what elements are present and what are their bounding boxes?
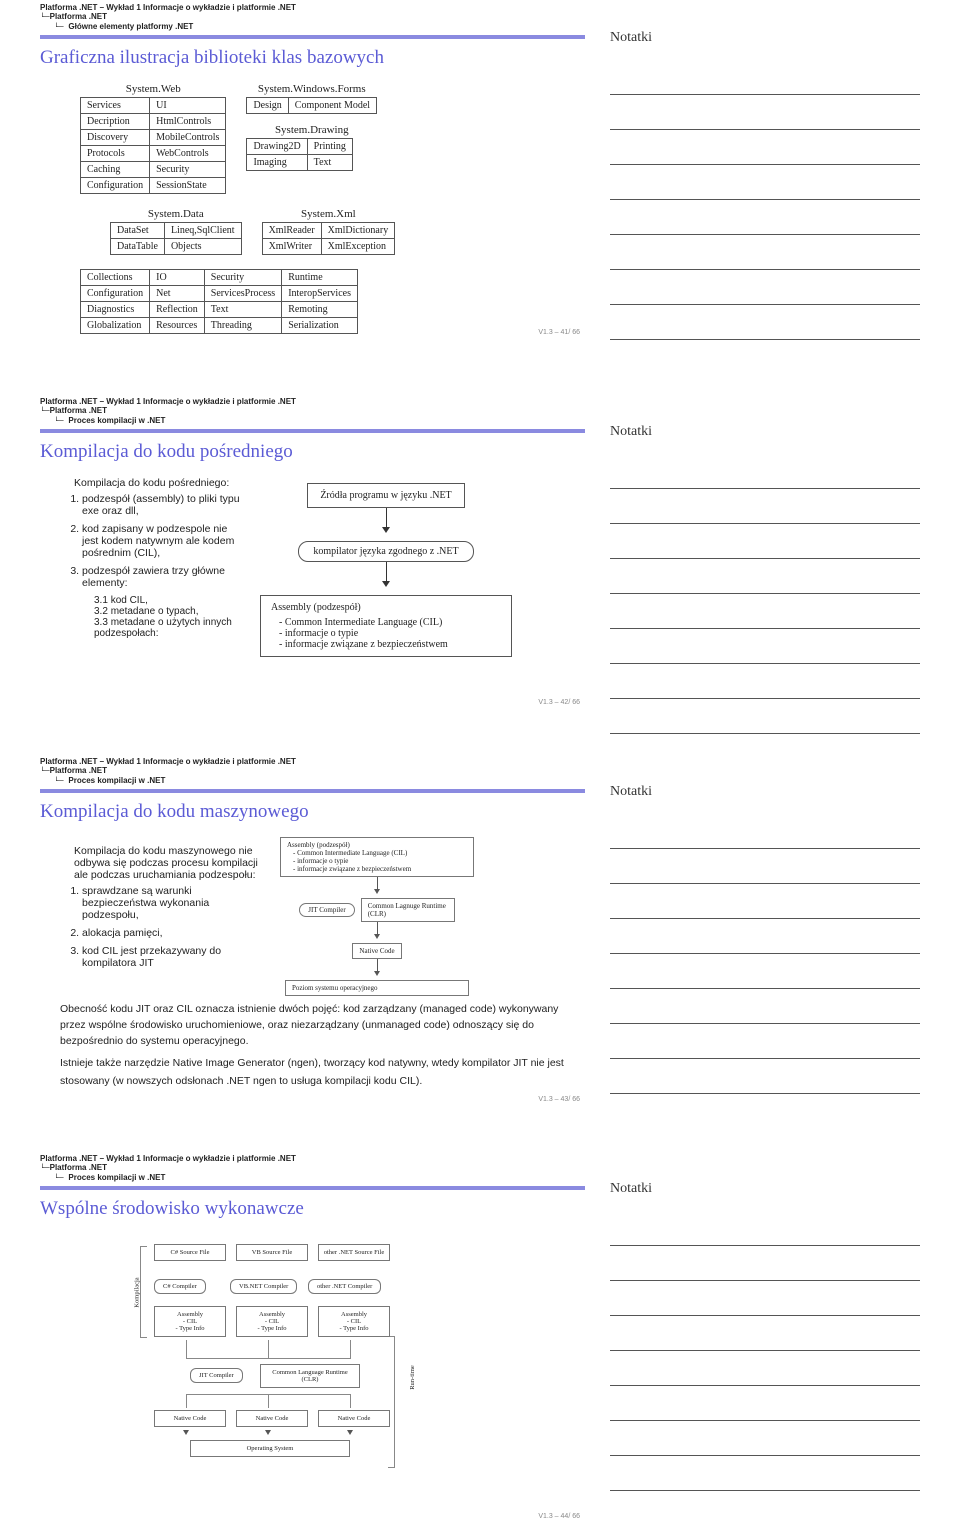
sysdata-title: System.Data [110, 208, 242, 220]
box-asm-3: Assembly- CIL- Type Info [318, 1306, 390, 1337]
clr-diagram: Kompilacja Run-time C# Source File VB So… [130, 1234, 480, 1494]
sysweb-title: System.Web [80, 83, 226, 95]
slide-43: Platforma .NET – Wykład 1 Informacje o w… [0, 754, 960, 1121]
flow-diagram: Źródła programu w języku .NET kompilator… [260, 483, 512, 657]
notes-panel: Notatki [610, 754, 920, 1094]
slide-title: Kompilacja do kodu pośredniego [40, 441, 585, 463]
slide-title: Graficzna ilustracja biblioteki klas baz… [40, 47, 585, 69]
box-os: Operating System [190, 1440, 350, 1457]
sysxml-title: System.Xml [262, 208, 396, 220]
text-column: Kompilacja do kodu pośredniego: podzespó… [60, 477, 240, 657]
arrow-down-icon [374, 889, 380, 894]
box-native-2: Native Code [236, 1410, 308, 1427]
header-rule [40, 1186, 585, 1190]
box-clr: Common Language Runtime (CLR) [260, 1364, 360, 1388]
arrow-down-icon [374, 934, 380, 939]
drawing-title: System.Drawing [246, 124, 377, 136]
breadcrumb: Platforma .NET – Wykład 1 Informacje o w… [40, 0, 585, 33]
drawing-table: Drawing2DPrinting ImagingText [246, 138, 352, 171]
paragraph-1: Obecność kodu JIT oraz CIL oznacza istni… [60, 1002, 585, 1049]
data-table: DataSetLineq,SqlClient DataTableObjects [110, 222, 242, 255]
box-comp-vb: VB.NET Compiler [230, 1279, 297, 1294]
arrow-down-icon [183, 1430, 189, 1435]
label-runtime: Run-time [409, 1365, 416, 1390]
breadcrumb: Platforma .NET – Wykład 1 Informacje o w… [40, 394, 585, 427]
notes-panel: Notatki [610, 394, 920, 734]
bc-line1: Platforma .NET – Wykład 1 Informacje o w… [40, 3, 585, 12]
box-asm-2: Assembly- CIL- Type Info [236, 1306, 308, 1337]
xml-table: XmlReaderXmlDictionary XmlWriterXmlExcep… [262, 222, 396, 255]
box-native-3: Native Code [318, 1410, 390, 1427]
arrow-down-icon [374, 971, 380, 976]
note-line [610, 60, 920, 95]
notes-panel: Notatki [610, 1151, 920, 1491]
page-number: V1.3 – 42/ 66 [538, 699, 580, 706]
header-rule [40, 429, 585, 433]
text-column: Kompilacja do kodu maszynowego nie odbyw… [60, 837, 260, 996]
page-number: V1.3 – 44/ 66 [538, 1513, 580, 1518]
arrow-down-icon [382, 527, 390, 533]
header-rule [40, 35, 585, 39]
slide-42: Platforma .NET – Wykład 1 Informacje o w… [0, 394, 960, 724]
slide-44: Platforma .NET – Wykład 1 Informacje o w… [0, 1151, 960, 1518]
box-comp-other: other .NET Compiler [308, 1279, 381, 1294]
page-number: V1.3 – 41/ 66 [538, 329, 580, 336]
box-os: Poziom systemu operacyjnego [285, 980, 469, 996]
box-source: Źródła programu w języku .NET [307, 483, 464, 508]
slide-title: Kompilacja do kodu maszynowego [40, 801, 585, 823]
breadcrumb: Platforma .NET – Wykład 1 Informacje o w… [40, 1151, 585, 1184]
arrow-down-icon [265, 1430, 271, 1435]
bc-line2: Platforma .NET [50, 12, 107, 21]
box-native-1: Native Code [154, 1410, 226, 1427]
page-number: V1.3 – 43/ 66 [538, 1096, 580, 1103]
box-src-vb: VB Source File [236, 1244, 308, 1261]
arrow-down-icon [382, 581, 390, 587]
notes-panel: Notatki [610, 0, 920, 340]
winforms-title: System.Windows.Forms [246, 83, 377, 95]
box-clr: Common Lagnuge Runtime (CLR) [361, 898, 455, 922]
box-native: Native Code [352, 943, 401, 959]
box-assembly: Assembly (podzespół) - Common Intermedia… [260, 595, 512, 657]
web-table: ServicesUI Decription HtmlControls Disco… [80, 97, 226, 194]
base-table: CollectionsIOSecurityRuntime Configurati… [80, 269, 358, 334]
bc-line3: Główne elementy platformy .NET [68, 22, 193, 31]
slide-41: Platforma .NET – Wykład 1 Informacje o w… [0, 0, 960, 364]
box-jit: JIT Compiler [299, 903, 354, 917]
box-assembly: Assembly (podzespół) - Common Intermedia… [280, 837, 474, 877]
flow-diagram: Assembly (podzespół) - Common Intermedia… [280, 837, 474, 996]
slide-title: Wspólne środowisko wykonawcze [40, 1198, 585, 1220]
arrow-down-icon [347, 1430, 353, 1435]
forms-table: DesignComponent Model [246, 97, 377, 114]
box-asm-1: Assembly- CIL- Type Info [154, 1306, 226, 1337]
paragraph-2: Istnieje także narzędzie Native Image Ge… [60, 1055, 585, 1091]
header-rule [40, 789, 585, 793]
notes-heading: Notatki [610, 30, 920, 46]
box-src-csharp: C# Source File [154, 1244, 226, 1261]
box-src-other: other .NET Source File [318, 1244, 390, 1261]
box-jit: JIT Compiler [190, 1368, 243, 1383]
box-comp-csharp: C# Compiler [154, 1279, 206, 1294]
box-compiler: kompilator języka zgodnego z .NET [298, 541, 473, 562]
breadcrumb: Platforma .NET – Wykład 1 Informacje o w… [40, 754, 585, 787]
